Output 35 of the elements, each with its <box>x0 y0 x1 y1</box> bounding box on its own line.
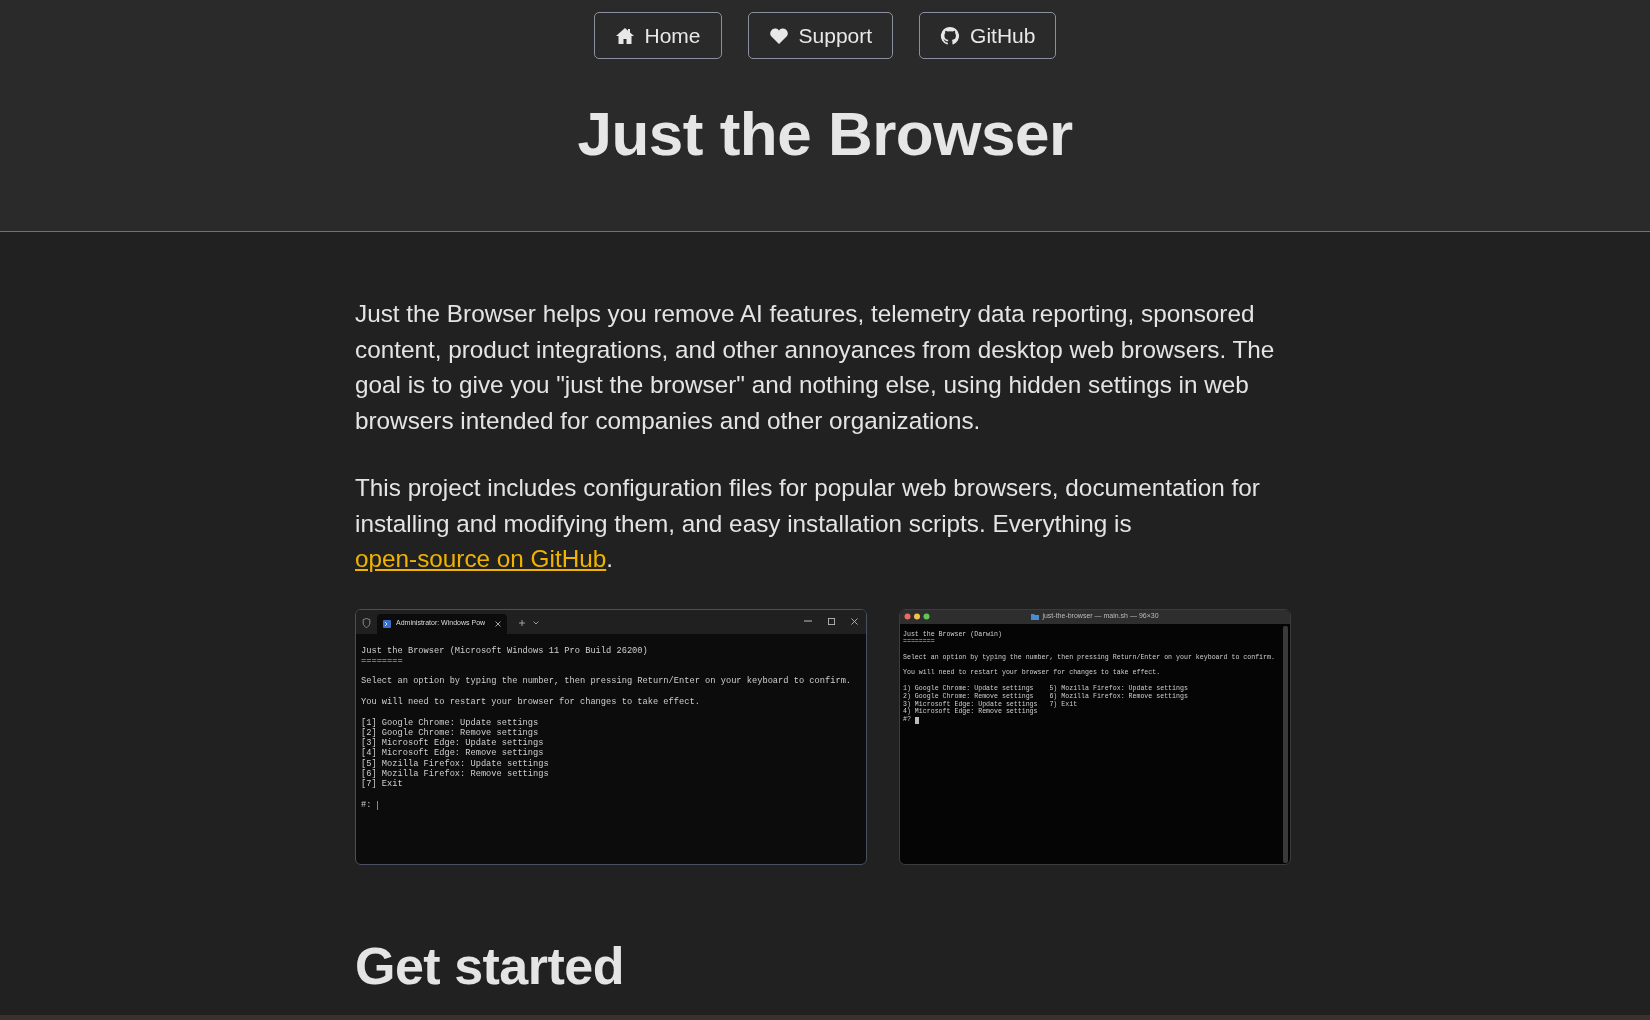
nav-button[interactable]: GitHub <box>919 12 1057 59</box>
terminal-line: [3] Microsoft Edge: Update settings <box>361 738 545 749</box>
text-cursor <box>914 716 919 724</box>
shield-icon <box>362 617 371 628</box>
terminal-line: ======== <box>361 655 404 667</box>
chevron-icon[interactable] <box>533 620 539 625</box>
terminal-line: [7] Exit <box>361 779 404 790</box>
terminal-line: [2] Google Chrome: Remove settings <box>361 727 540 738</box>
page-title: Just the Browser <box>576 98 1074 170</box>
intro-paragraph: Just the Browser helps you remove AI features, telemetry data reporting, sponsored content, product integrations, and other annoyances from desktop web browsers. The goal is to give you "just the browser" and nothing else, using hidden settings in web browsers intended for companies and other organizations. <box>355 299 1276 436</box>
plus-icon[interactable] <box>519 619 525 626</box>
home-icon <box>614 25 635 46</box>
github-icon <box>940 25 961 46</box>
terminal-line: Just the Browser (Microsoft Windows 11 Pro Build 26200) <box>361 645 649 656</box>
terminal-line: [6] Mozilla Firefox: Remove settings <box>361 769 550 780</box>
terminal-line: Select an option by typing the number, then pressing Return/Enter on your keyboard to confirm. <box>361 676 853 687</box>
heart-icon <box>768 25 789 46</box>
nav-button[interactable]: Home <box>593 12 722 59</box>
close-icon[interactable] <box>495 620 501 627</box>
maximize-icon[interactable] <box>828 617 835 625</box>
text-cursor <box>377 800 379 810</box>
folder-icon <box>1031 613 1040 620</box>
nav-button[interactable]: Support <box>747 12 894 59</box>
terminal-line: [4] Microsoft Edge: Remove settings <box>361 748 545 759</box>
minimize-icon[interactable] <box>804 619 812 622</box>
terminal-line: [5] Mozilla Firefox: Update settings <box>361 758 550 769</box>
github-link[interactable]: open-source on GitHub <box>355 545 607 572</box>
terminal-line: [1] Google Chrome: Update settings <box>361 717 540 728</box>
close-icon[interactable] <box>851 617 858 625</box>
terminal-line: You will need to restart your browser for changes to take effect. <box>361 697 701 708</box>
terminal-prompt: #: <box>361 799 372 811</box>
intro-paragraph: This project includes configuration files for popular web browsers, documentation for installing and modifying them, and easy installation scripts. Everything is open-source on GitHub. <box>355 473 1261 574</box>
scrollbar[interactable] <box>1283 625 1288 863</box>
terminal-icon <box>383 619 391 628</box>
section-heading: Get started <box>355 935 626 997</box>
